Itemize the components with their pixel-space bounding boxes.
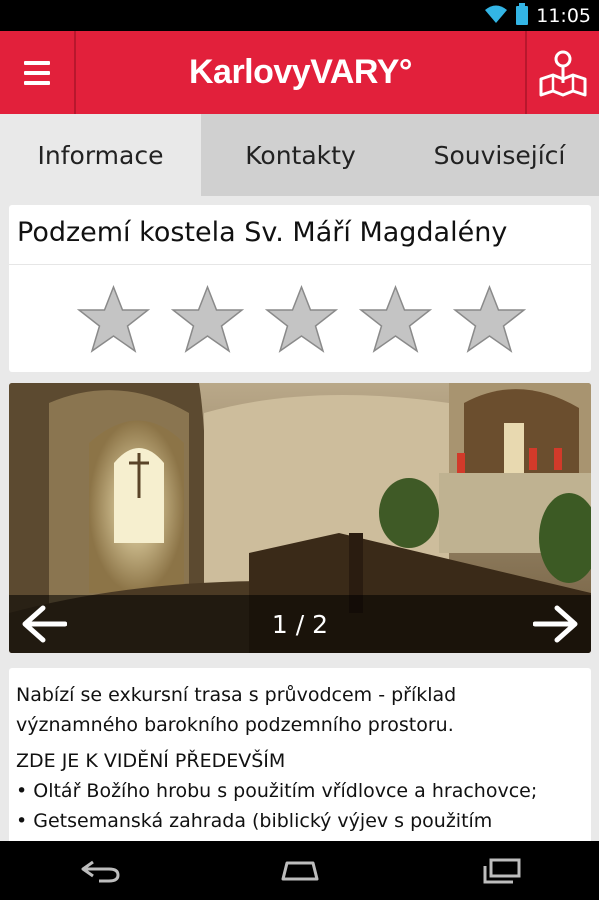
tab-informace[interactable]: Informace xyxy=(0,114,201,196)
photo-gallery[interactable]: 1 / 2 xyxy=(9,383,591,653)
tab-souvisejici[interactable]: Související xyxy=(400,114,599,196)
recent-apps-icon[interactable] xyxy=(442,841,562,900)
place-header-card: Podzemí kostela Sv. Máří Magdalény xyxy=(9,205,591,372)
back-icon[interactable] xyxy=(40,841,160,900)
star-icon[interactable] xyxy=(77,285,150,353)
title-divider xyxy=(9,264,591,265)
list-item: • Getsemanská zahrada (biblický výjev s … xyxy=(16,810,493,832)
status-bar: 11:05 xyxy=(0,0,599,31)
place-title: Podzemí kostela Sv. Máří Magdalény xyxy=(17,217,508,248)
app-bar: KarlovyVARY° xyxy=(0,31,599,114)
description-intro: Nabízí se exkursní trasa s průvodcem - p… xyxy=(16,684,457,736)
gallery-counter: 1 / 2 xyxy=(271,609,329,639)
app-title: KarlovyVARY° xyxy=(188,53,413,91)
star-icon[interactable] xyxy=(265,285,338,353)
description-card: Nabízí se exkursní trasa s průvodcem - p… xyxy=(9,668,591,848)
list-item: • Oltář Božího hrobu s použitím vřídlovc… xyxy=(16,780,538,802)
rating-stars xyxy=(77,285,526,353)
wifi-icon xyxy=(484,4,508,28)
hamburger-menu-icon[interactable] xyxy=(0,31,74,114)
star-icon[interactable] xyxy=(171,285,244,353)
home-icon[interactable] xyxy=(240,841,360,900)
battery-icon xyxy=(516,2,529,29)
gallery-controls: 1 / 2 xyxy=(9,595,591,653)
system-nav-bar xyxy=(0,841,599,900)
arrow-right-icon[interactable] xyxy=(521,595,591,653)
status-clock: 11:05 xyxy=(536,4,591,27)
description-heading: ZDE JE K VIDĚNÍ PŘEDEVŠÍM xyxy=(16,750,286,772)
tab-kontakty[interactable]: Kontakty xyxy=(201,114,400,196)
star-icon[interactable] xyxy=(453,285,526,353)
status-icons: 11:05 xyxy=(484,0,591,31)
star-icon[interactable] xyxy=(359,285,432,353)
tab-bar: Informace Kontakty Související xyxy=(0,114,599,196)
map-pin-icon[interactable] xyxy=(527,31,599,114)
